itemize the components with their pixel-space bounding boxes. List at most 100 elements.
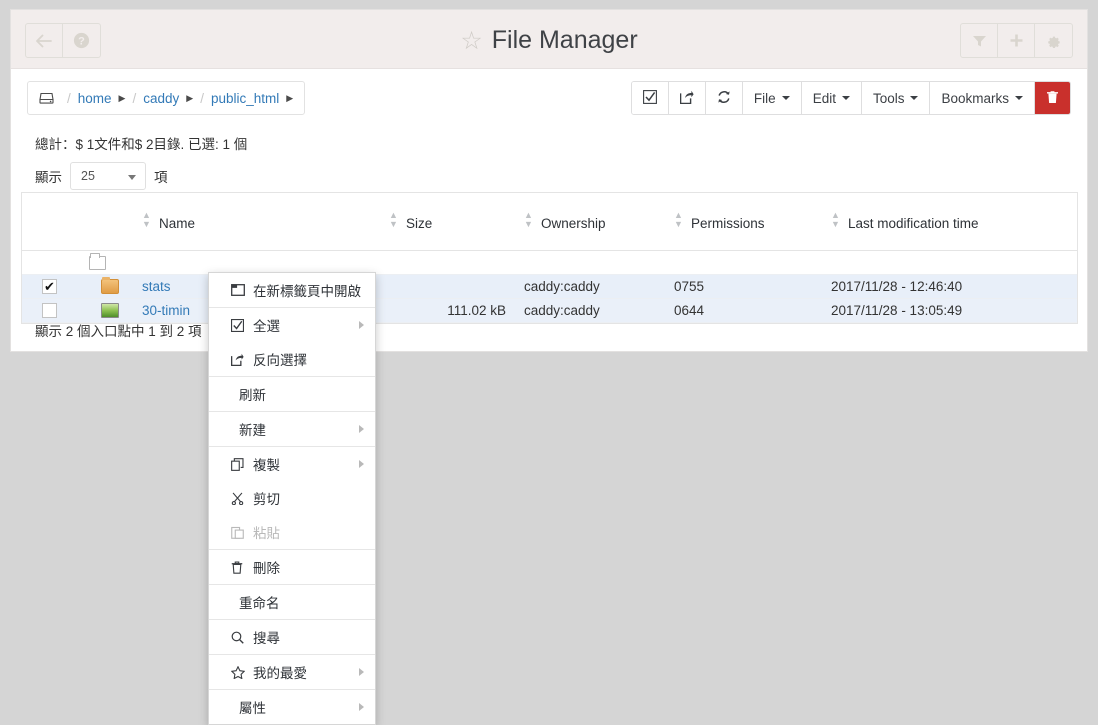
column-header-permissions-label: Permissions: [691, 216, 765, 231]
column-header-size-label: Size: [406, 216, 433, 231]
menu-item-label: 重命名: [239, 596, 280, 611]
menu-item-delete[interactable]: 刪除: [209, 550, 375, 584]
menu-item-label: 剪切: [253, 492, 280, 507]
new-tab-icon: [231, 284, 251, 296]
menu-item-label: 粘貼: [253, 526, 280, 541]
row-modified-cell: 2017/11/28 - 12:46:40: [831, 279, 963, 294]
sort-icon: ▲ ▼: [389, 210, 398, 229]
file-link[interactable]: 30-timin: [142, 303, 190, 318]
chevron-down-icon: [1015, 96, 1023, 100]
filter-icon[interactable]: [961, 24, 998, 57]
breadcrumb-item-public_html[interactable]: public_html: [211, 91, 279, 106]
edit-menu-button[interactable]: Edit: [801, 82, 862, 114]
submenu-arrow-icon: [359, 460, 364, 468]
edit-menu-label: Edit: [812, 90, 836, 106]
breadcrumb-separator: /: [132, 90, 137, 106]
breadcrumb-separator: /: [200, 90, 204, 106]
trash-icon: [231, 561, 251, 574]
table-header-row: ▲ ▼ Name ▲ ▼ Size ▲ ▼ Ownership ▲ ▼ Permissions …: [22, 193, 1077, 251]
submenu-arrow-icon: [359, 703, 364, 711]
refresh-icon: [717, 90, 731, 107]
menu-item-properties[interactable]: 屬性: [209, 690, 375, 724]
page-size-value: 25: [81, 169, 95, 183]
menu-item-search[interactable]: 搜尋: [209, 620, 375, 654]
gear-icon[interactable]: [1035, 24, 1072, 57]
column-header-permissions[interactable]: ▲ ▼ Permissions: [674, 210, 831, 232]
menu-item-label: 全選: [253, 319, 280, 334]
bookmarks-menu-label: Bookmarks: [941, 90, 1009, 106]
menu-item-label: 複製: [253, 458, 280, 473]
plus-icon[interactable]: [998, 24, 1035, 57]
row-permissions-cell: 0644: [674, 303, 705, 318]
parent-directory-name[interactable]: ..: [94, 255, 341, 270]
breadcrumb-item-home[interactable]: home: [78, 91, 112, 106]
chevron-down-icon: [781, 96, 790, 100]
chevron-down-icon: [910, 96, 919, 100]
file-table: ▲ ▼ Name ▲ ▼ Size ▲ ▼ Ownership ▲ ▼ Permissions …: [21, 192, 1078, 324]
file-link[interactable]: stats: [142, 279, 171, 294]
delete-button[interactable]: [1035, 82, 1070, 114]
select-all-button[interactable]: [631, 82, 669, 114]
row-checkbox-cell[interactable]: [22, 303, 77, 318]
page-size-label: 顯示: [35, 170, 62, 185]
page-title-text: File Manager: [491, 26, 638, 54]
menu-item-label: 刪除: [253, 561, 280, 576]
window-header: ? ☆ File Manager: [11, 10, 1087, 69]
menu-item-new[interactable]: 新建: [209, 412, 375, 446]
menu-item-open-in-new-tab[interactable]: 在新標籤頁中開啟: [209, 273, 375, 307]
sort-icon: ▲ ▼: [831, 210, 840, 229]
check-square-icon: [642, 89, 657, 107]
menu-item-label: 我的最愛: [253, 666, 307, 681]
breadcrumb-caret-icon[interactable]: ▶: [286, 93, 293, 104]
breadcrumb: / home ▶ / caddy ▶ / public_html ▶: [27, 81, 306, 115]
row-ownership-cell: caddy:caddy: [524, 303, 600, 318]
row-checkbox[interactable]: [42, 303, 57, 318]
menu-item-label: 反向選擇: [253, 353, 307, 368]
submenu-arrow-icon: [359, 425, 364, 433]
image-file-icon: [77, 303, 142, 318]
chevron-down-icon: [128, 175, 136, 180]
menu-item-refresh[interactable]: 刷新: [209, 377, 375, 411]
page-title: ☆ File Manager: [11, 26, 1087, 55]
sort-icon: ▲ ▼: [142, 210, 151, 229]
column-header-ownership-label: Ownership: [541, 216, 606, 231]
invert-selection-button[interactable]: [668, 82, 706, 114]
folder-icon: [77, 277, 142, 294]
star-outline-icon: [231, 665, 251, 679]
menu-item-select-all[interactable]: 全選: [209, 308, 375, 342]
page-size-unit: 項: [154, 170, 168, 185]
row-checkbox[interactable]: [42, 279, 57, 294]
column-header-size[interactable]: ▲ ▼ Size: [389, 210, 524, 232]
menu-item-rename[interactable]: 重命名: [209, 585, 375, 619]
context-menu: 在新標籤頁中開啟 全選 反向選擇 刷新 新建 複製 剪切 粘貼 刪除 重命名 搜…: [208, 272, 376, 725]
main-toolbar: File Edit Tools Bookmarks: [630, 81, 1071, 115]
breadcrumb-caret-icon[interactable]: ▶: [119, 93, 126, 104]
row-checkbox-cell[interactable]: [22, 279, 77, 294]
breadcrumb-caret-icon[interactable]: ▶: [186, 93, 193, 104]
refresh-button[interactable]: [705, 82, 743, 114]
trash-icon: [1046, 90, 1059, 107]
file-manager-window: ? ☆ File Manager / home ▶ / caddy ▶ / pu…: [10, 9, 1088, 352]
table-row[interactable]: stats caddy:caddy 0755 2017/11/28 - 12:4…: [22, 275, 1077, 299]
menu-item-invert-selection[interactable]: 反向選擇: [209, 342, 375, 376]
menu-item-cut[interactable]: 剪切: [209, 481, 375, 515]
menu-item-paste: 粘貼: [209, 515, 375, 549]
menu-item-copy[interactable]: 複製: [209, 447, 375, 481]
breadcrumb-item-caddy[interactable]: caddy: [143, 91, 179, 106]
page-size-select[interactable]: 25: [70, 162, 146, 190]
star-outline-icon: ☆: [460, 27, 483, 55]
check-square-icon: [231, 318, 251, 332]
table-row-parent[interactable]: ..: [22, 251, 1077, 275]
column-header-name[interactable]: ▲ ▼ Name: [142, 210, 389, 232]
tools-menu-button[interactable]: Tools: [861, 82, 931, 114]
menu-item-label: 刷新: [239, 388, 266, 403]
bookmarks-menu-button[interactable]: Bookmarks: [930, 82, 1035, 114]
file-menu-label: File: [753, 90, 776, 106]
row-modified-cell: 2017/11/28 - 13:05:49: [831, 303, 963, 318]
menu-item-favorites[interactable]: 我的最愛: [209, 655, 375, 689]
column-header-ownership[interactable]: ▲ ▼ Ownership: [524, 211, 674, 232]
sort-icon: ▲ ▼: [674, 210, 683, 229]
file-menu-button[interactable]: File: [742, 82, 802, 114]
hdd-icon: [39, 92, 54, 105]
column-header-modified[interactable]: ▲ ▼ Last modification time: [831, 210, 1071, 232]
